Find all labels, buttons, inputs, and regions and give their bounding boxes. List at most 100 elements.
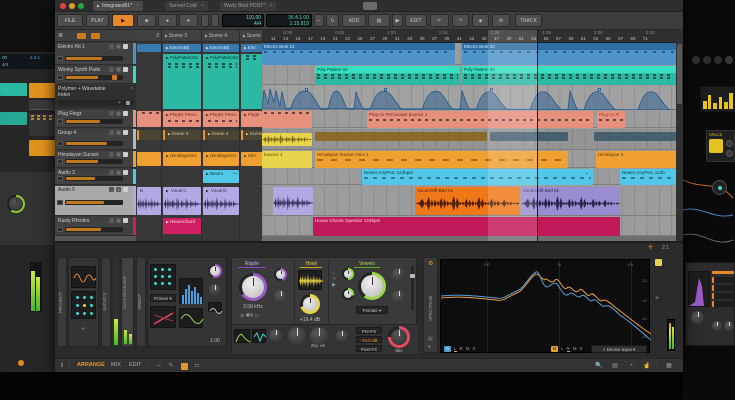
- solo-button[interactable]: S: [116, 111, 121, 116]
- track-name[interactable]: Rusty Rhodes: [58, 218, 89, 224]
- track-name[interactable]: Group 4: [58, 130, 76, 136]
- position-display[interactable]: 35.4.1.00 1:15.819: [266, 14, 312, 27]
- search-icon[interactable]: 🔍: [595, 362, 603, 370]
- device-note-receiver[interactable]: NOTE RECEIVER: [121, 257, 134, 347]
- track-name[interactable]: Himalayan Sunset: [58, 152, 99, 158]
- record-button[interactable]: ●: [158, 14, 177, 27]
- mute-button[interactable]: [109, 170, 114, 175]
- time-selection[interactable]: [488, 30, 537, 241]
- track-menu-button[interactable]: TRACK: [515, 14, 542, 27]
- track-row-group-4[interactable]: Group 4 S: [55, 129, 136, 150]
- tempo-display[interactable]: 110.00 4/4: [222, 14, 264, 27]
- timeline-ruler[interactable]: 0:300:451:001:151:301:452:002:15 1113151…: [262, 30, 676, 43]
- env-curve-display[interactable]: [234, 329, 250, 343]
- volume-fader[interactable]: [65, 119, 123, 124]
- primes-dropdown[interactable]: Primes ▾: [150, 294, 176, 302]
- launcher-clip[interactable]: Plug01 Percu: [163, 111, 201, 127]
- launcher-clip[interactable]: B: [137, 187, 161, 215]
- pointer-tool-button[interactable]: ➤: [179, 14, 198, 27]
- note-grid-display[interactable]: [150, 264, 176, 290]
- howl-section-title[interactable]: Howl: [300, 261, 322, 268]
- mix-view-tab[interactable]: MIX: [111, 362, 121, 368]
- track-row-rusty-rhodes[interactable]: Rusty Rhodes S: [55, 217, 136, 236]
- arranger-row-plug[interactable]: Plug 01 Percussive bounce 1 Plug 01 Fl: [262, 111, 676, 128]
- pen-tool-icon[interactable]: ✎: [167, 362, 175, 370]
- scene-header[interactable]: 2: [136, 30, 161, 42]
- scope-display[interactable]: [179, 308, 203, 328]
- channel-r-button[interactable]: R: [460, 346, 463, 352]
- knob-ring[interactable]: [342, 268, 354, 280]
- mute-button[interactable]: [109, 111, 114, 116]
- volume-fader[interactable]: [65, 141, 123, 146]
- scene-sub-header[interactable]: [137, 130, 161, 140]
- track-name[interactable]: Wonky Synth Pads: [58, 67, 100, 73]
- arm-button[interactable]: [123, 130, 128, 135]
- channel-s-button[interactable]: S: [580, 346, 583, 352]
- matrix-grid-display[interactable]: [71, 291, 96, 319]
- arranger-clip[interactable]: [594, 132, 676, 141]
- vertical-scrollbar[interactable]: [676, 30, 683, 241]
- add-device-icon[interactable]: +: [655, 295, 659, 302]
- launcher-clip[interactable]: Neutro〜: [203, 170, 239, 183]
- arranger-clip[interactable]: House Chords Operator 124bpm: [313, 217, 620, 236]
- solo-button[interactable]: S: [116, 218, 121, 223]
- channel-b-button[interactable]: B: [551, 346, 558, 352]
- pre-fx-button[interactable]: Pre-FX: [356, 327, 382, 334]
- howl-value[interactable]: +19.4 dB: [294, 317, 326, 323]
- scene-header[interactable]: Scene: [240, 30, 262, 42]
- gear-icon[interactable]: ⚙: [428, 260, 433, 267]
- track-row-audio-2[interactable]: Audio 2 S: [55, 169, 136, 185]
- file-menu-button[interactable]: FILE: [57, 14, 83, 27]
- add-button[interactable]: ADD: [342, 14, 366, 27]
- project-tab[interactable]: Wurly Bled POST* ×: [220, 1, 276, 11]
- track-row-himalayan-sunset[interactable]: Himalayan Sunset S: [55, 151, 136, 168]
- ripple-knob-ring[interactable]: [239, 273, 267, 301]
- automation-node[interactable]: [598, 88, 601, 91]
- knob[interactable]: [392, 268, 405, 281]
- howl-knob-ring[interactable]: [300, 294, 320, 314]
- scene-sub-header[interactable]: Scene: [241, 130, 262, 140]
- launcher-clip[interactable]: Plug0: [241, 111, 262, 127]
- mute-button[interactable]: [109, 152, 114, 157]
- volume-fader[interactable]: [65, 176, 123, 181]
- scene-header[interactable]: Scene 4: [202, 30, 239, 42]
- arm-button[interactable]: [123, 44, 128, 49]
- launcher-clip[interactable]: Vocal D: [203, 187, 239, 215]
- track-row-wonky-synth[interactable]: Wonky Synth Pads S: [55, 66, 136, 84]
- punch-in-button[interactable]: ⌐: [314, 14, 324, 27]
- record-icon[interactable]: ●: [428, 344, 431, 350]
- arranger-clip[interactable]: [262, 111, 312, 128]
- launcher-clip[interactable]: Him: [241, 152, 262, 166]
- settings-button[interactable]: ⚙: [492, 14, 510, 27]
- device-tab-audio5[interactable]: AUDIO 5: [101, 257, 111, 347]
- solo-button[interactable]: S: [116, 67, 121, 72]
- time-signature-value[interactable]: 4/4: [225, 21, 261, 27]
- device-tab-sweep[interactable]: SWEEP: [136, 257, 146, 347]
- knob[interactable]: [392, 290, 405, 303]
- project-tab-active[interactable]: Integrated51* ×: [93, 1, 143, 11]
- launcher-clip[interactable]: PolyPattern02: [203, 54, 239, 109]
- ripple-value[interactable]: 3.58 kHz: [236, 304, 270, 310]
- panel-toggle-left-button[interactable]: [201, 14, 209, 27]
- close-icon[interactable]: ×: [130, 86, 133, 92]
- mod-source-glyphs[interactable]: ↕∿▶: [332, 270, 336, 288]
- volume-fader[interactable]: [65, 227, 123, 232]
- knob-ring[interactable]: [208, 264, 222, 278]
- arm-button[interactable]: [123, 170, 128, 175]
- channel-l-button[interactable]: L: [454, 346, 457, 352]
- arranger-row-wonky[interactable]: Poly Pattern 02 Poly Pattern 02: [262, 66, 676, 85]
- track-row-plug-fingz[interactable]: Plug Fingz S: [55, 110, 136, 128]
- arranger-clip[interactable]: Poly Pattern 02: [315, 66, 460, 85]
- io-toggle-icon[interactable]: [91, 33, 100, 39]
- sine-shape-icon[interactable]: [208, 302, 222, 312]
- time-value[interactable]: 1:15.819: [269, 21, 309, 27]
- volume-fader[interactable]: [65, 75, 123, 80]
- param-value[interactable]: 1.00: [206, 338, 224, 344]
- menu-icon[interactable]: ≣: [58, 32, 63, 39]
- zoom-level[interactable]: 2:1: [662, 245, 669, 251]
- launcher-clip[interactable]: [137, 44, 161, 52]
- arranger-clip[interactable]: [315, 132, 487, 141]
- launcher-clip[interactable]: Vocal C: [163, 187, 201, 215]
- add-icon[interactable]: +: [118, 100, 121, 106]
- zoom-fit-icon[interactable]: ✛: [648, 244, 653, 251]
